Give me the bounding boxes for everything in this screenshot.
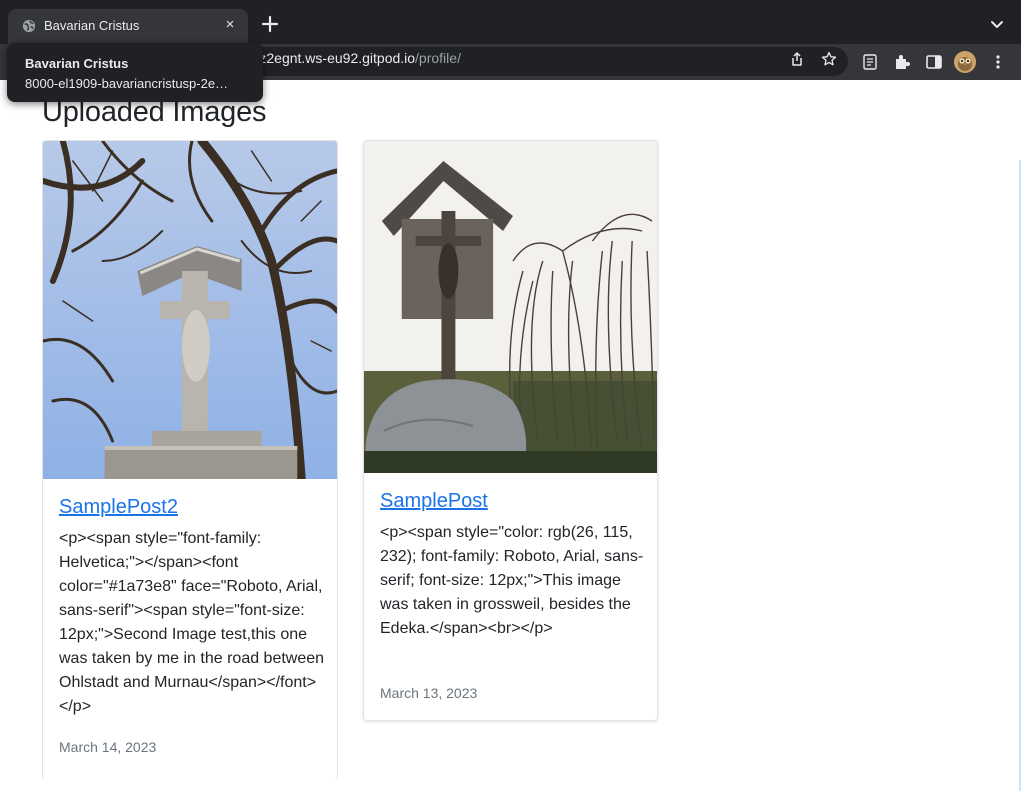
owl-avatar-icon — [954, 51, 976, 73]
post-card: SamplePost <p><span style="color: rgb(26… — [363, 140, 658, 721]
post-date: March 13, 2023 — [380, 685, 478, 701]
chevron-down-icon[interactable] — [988, 15, 1006, 33]
star-icon[interactable] — [821, 51, 837, 67]
post-body: <p><span style="font-family: Helvetica;"… — [59, 530, 325, 715]
plus-icon[interactable] — [259, 13, 281, 35]
share-icon[interactable] — [789, 51, 805, 67]
url-path: /profile/ — [415, 50, 461, 66]
hover-card-title: Bavarian Cristus — [25, 56, 129, 71]
avatar[interactable] — [954, 51, 976, 73]
post-title-link[interactable]: SamplePost — [380, 490, 488, 513]
post-image-wayside-cross — [364, 141, 657, 473]
sidebar-icon[interactable] — [925, 53, 943, 71]
more-icon[interactable] — [989, 53, 1007, 71]
post-card: SamplePost2 <p><span style="font-family:… — [42, 140, 338, 780]
post-title-link[interactable]: SamplePost2 — [59, 496, 178, 519]
browser-tab[interactable]: Bavarian Cristus × — [8, 9, 248, 44]
post-date: March 14, 2023 — [59, 739, 157, 755]
extensions-icon[interactable] — [893, 53, 911, 71]
post-body: <p><span style="color: rgb(26, 115, 232)… — [380, 524, 644, 637]
post-image-cross-trees — [43, 141, 337, 479]
tab-strip: Bavarian Cristus × — [0, 0, 1021, 44]
tab-hover-card: Bavarian Cristus 8000-el1909-bavariancri… — [7, 43, 263, 102]
globe-icon — [22, 19, 36, 33]
hover-card-url: 8000-el1909-bavariancristusp-2e… — [25, 76, 229, 91]
reader-icon[interactable] — [861, 53, 879, 71]
tab-title: Bavarian Cristus — [44, 18, 140, 33]
close-icon[interactable]: × — [220, 15, 240, 35]
